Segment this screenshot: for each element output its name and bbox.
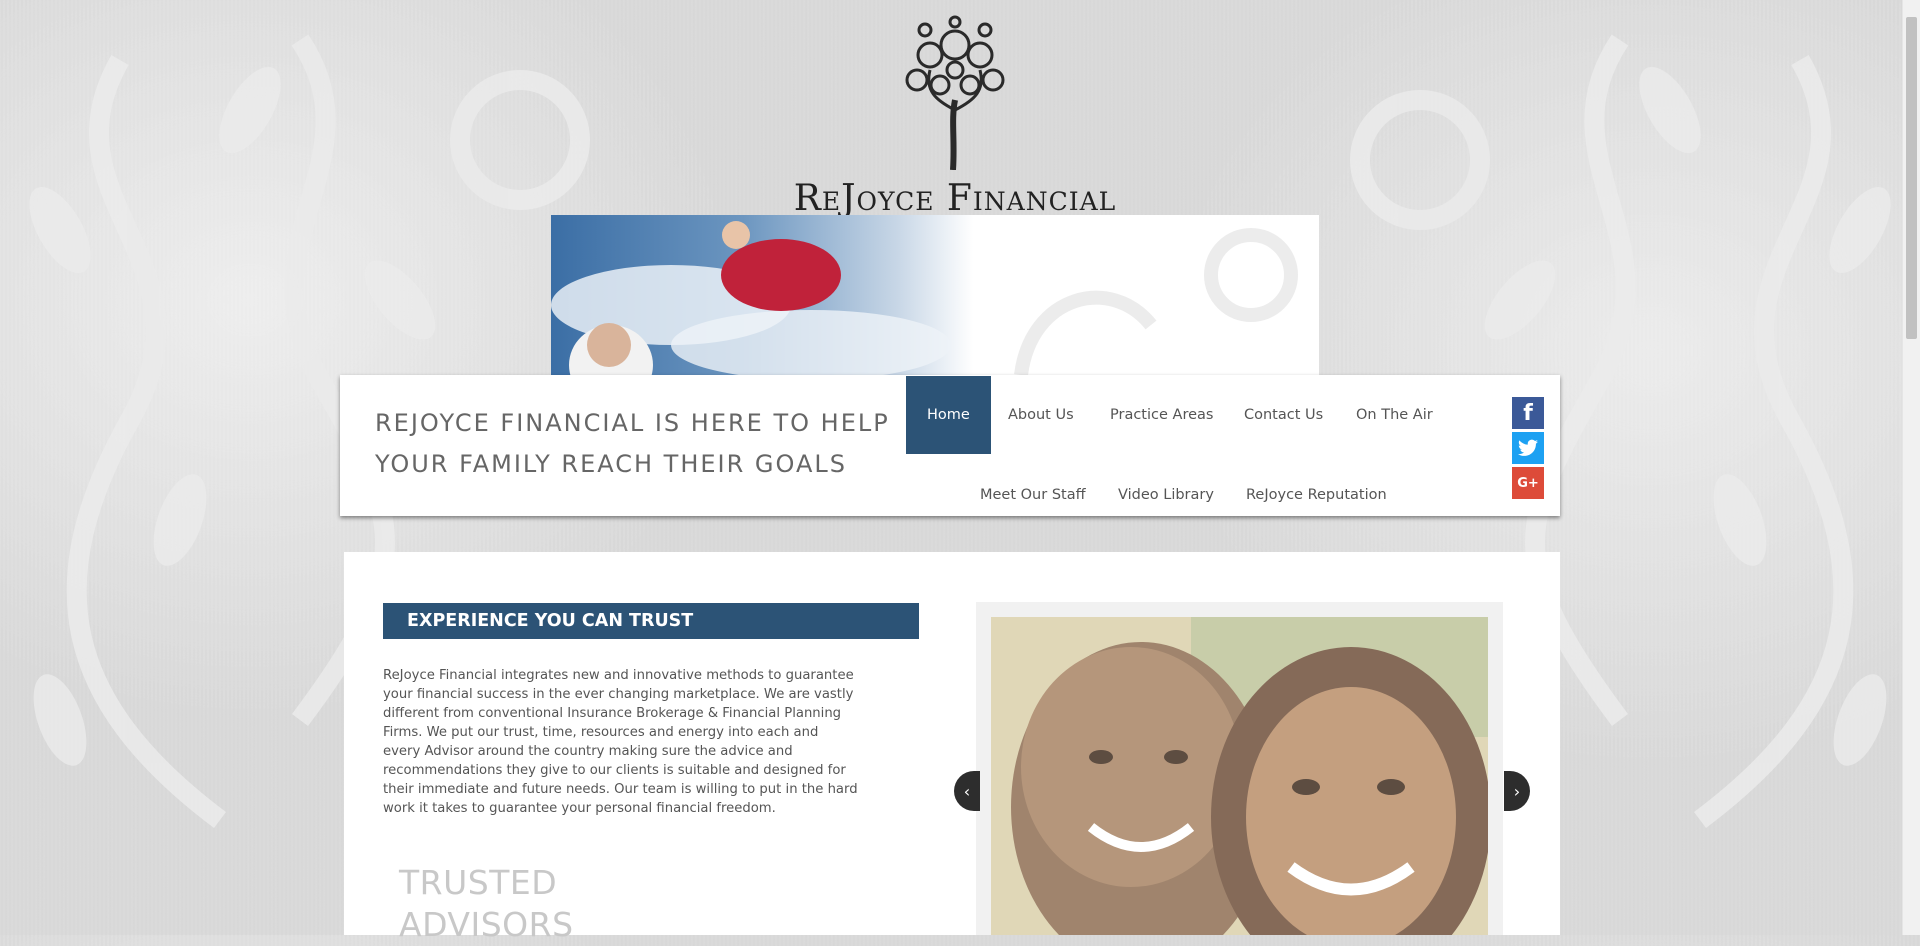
section-title: EXPERIENCE YOU CAN TRUST xyxy=(383,603,919,639)
social-links: f G+ xyxy=(1512,397,1544,502)
google-plus-icon[interactable]: G+ xyxy=(1512,467,1544,499)
scrollbar-thumb[interactable] xyxy=(1906,17,1917,339)
nav-item-meet-our-staff[interactable]: Meet Our Staff xyxy=(980,487,1086,503)
hero-banner-image xyxy=(551,215,1319,375)
twitter-icon[interactable] xyxy=(1512,432,1544,464)
slider-prev-button[interactable]: ‹ xyxy=(954,771,980,811)
nav-item-about-us[interactable]: About Us xyxy=(1008,407,1074,423)
tagline: REJOYCE FINANCIAL IS HERE TO HELP YOUR F… xyxy=(375,403,895,485)
site-logo[interactable]: ReJoyce Financial xyxy=(770,10,1140,219)
tree-logo-icon xyxy=(905,15,1005,170)
page-scrollbar[interactable] xyxy=(1902,0,1920,935)
nav-item-contact-us[interactable]: Contact Us xyxy=(1244,407,1323,423)
trusted-line-1: TRUSTED xyxy=(399,863,558,902)
image-slider xyxy=(976,602,1503,935)
main-nav: Home About Us Practice Areas Contact Us … xyxy=(906,376,1466,516)
trusted-advisors-heading: TRUSTED ADVISORS xyxy=(399,862,699,946)
intro-paragraph: ReJoyce Financial integrates new and inn… xyxy=(383,668,858,816)
nav-item-video-library[interactable]: Video Library xyxy=(1118,487,1214,503)
slide-image xyxy=(991,617,1488,935)
brand-name: ReJoyce Financial xyxy=(793,178,1117,219)
nav-item-home[interactable]: Home xyxy=(906,376,991,454)
nav-item-on-the-air[interactable]: On The Air xyxy=(1356,407,1433,423)
nav-item-rejoyce-reputation[interactable]: ReJoyce Reputation xyxy=(1246,487,1387,503)
slider-next-button[interactable]: › xyxy=(1504,771,1530,811)
tagline-line-2: YOUR FAMILY REACH THEIR GOALS xyxy=(375,450,847,478)
nav-item-practice-areas[interactable]: Practice Areas xyxy=(1110,407,1213,423)
facebook-icon[interactable]: f xyxy=(1512,397,1544,429)
tagline-line-1: REJOYCE FINANCIAL IS HERE TO HELP xyxy=(375,409,890,437)
trusted-line-2: ADVISORS xyxy=(399,905,574,944)
main-content: EXPERIENCE YOU CAN TRUST ReJoyce Financi… xyxy=(344,552,1560,944)
header-bar: REJOYCE FINANCIAL IS HERE TO HELP YOUR F… xyxy=(340,375,1560,516)
